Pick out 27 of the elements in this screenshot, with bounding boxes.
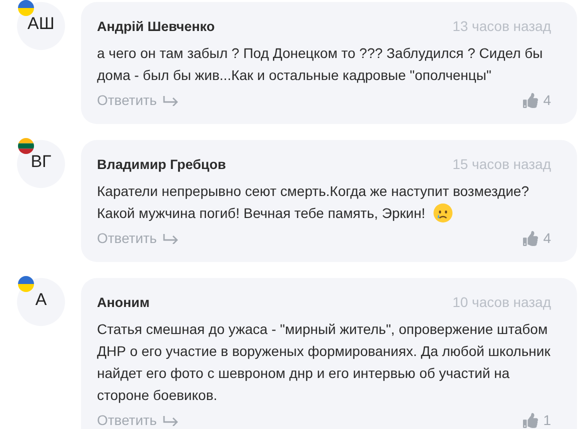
comment-text: Каратели непрерывно сеют смерть.Когда же наступит возмездие? Какой мужчина погиб! Вечная тебе память, Эркин! — [97, 182, 530, 224]
reply-link[interactable]: Ответить — [97, 92, 179, 108]
comment-time: 13 часов назад — [452, 18, 551, 34]
thumbs-up-icon[interactable] — [523, 412, 538, 428]
comment-author: Андрій Шевченко — [97, 19, 215, 34]
like-count: 4 — [543, 230, 551, 246]
comment-text: Статья смешная до ужаса - "мирный житель", опровержение штабом ДНР о его участие в воруженых формированиях. Да любой школьник найдет его фото с шевроном днр и его интервью об участий на стороне боевиков. — [97, 320, 551, 405]
flag-icon — [18, 276, 34, 292]
comment-time: 10 часов назад — [452, 294, 551, 310]
reply-link[interactable]: Ответить — [97, 230, 179, 246]
comment-time: 15 часов назад — [452, 156, 551, 172]
comment-author: Аноним — [97, 295, 150, 310]
flag-icon — [18, 0, 34, 16]
reply-arrow-icon — [162, 232, 179, 244]
avatar: ВГ — [17, 140, 65, 188]
thumbs-up-icon[interactable] — [523, 230, 538, 246]
like-count: 4 — [543, 92, 551, 108]
reply-arrow-icon — [162, 94, 179, 106]
comment-text: а чего он там забыл ? Под Донецком то ??? Заблудился ? Сидел бы дома - был бы жив...Как и остальные кадровые "ополченцы" — [97, 44, 544, 85]
avatar: А — [17, 278, 65, 326]
reply-arrow-icon — [162, 414, 179, 426]
like-count: 1 — [543, 412, 551, 428]
avatar: АШ — [17, 2, 65, 50]
flag-icon — [18, 138, 34, 154]
reply-link[interactable]: Ответить — [97, 412, 179, 428]
comment-author: Владимир Гребцов — [97, 157, 226, 172]
thumbs-up-icon[interactable] — [523, 92, 538, 108]
